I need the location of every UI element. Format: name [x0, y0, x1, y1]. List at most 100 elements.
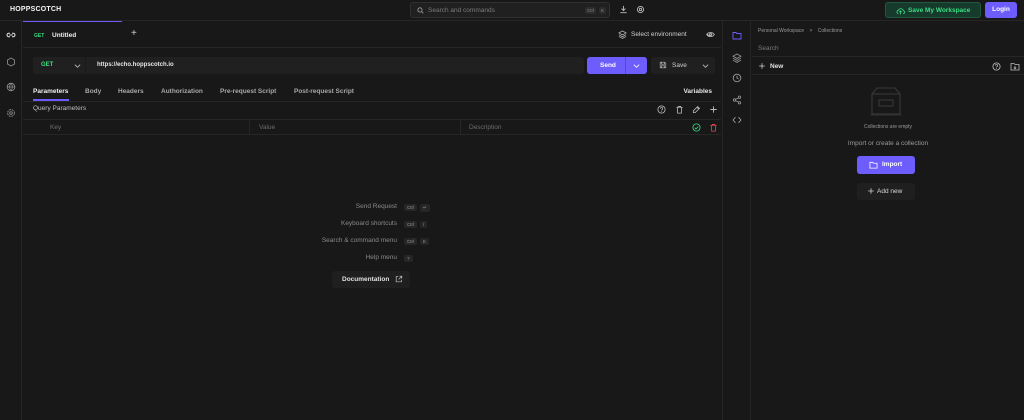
collections-toolbar: New	[752, 58, 1024, 75]
gear-icon[interactable]	[636, 5, 645, 14]
shortcut-key: Ctrl	[404, 204, 417, 211]
breadcrumb-separator: >	[809, 28, 813, 34]
query-parameters-title: Query Parameters	[33, 105, 87, 112]
params-table-header: Key Value Description	[23, 119, 721, 135]
edit-icon[interactable]	[692, 105, 701, 114]
delete-row-icon[interactable]	[709, 123, 718, 132]
layers-icon	[618, 30, 627, 39]
send-button[interactable]: Send	[587, 57, 647, 74]
shortcut-label: Keyboard shortcuts	[340, 220, 397, 227]
empty-state-text: Collections are empty	[863, 124, 913, 130]
chevron-down-icon[interactable]	[702, 63, 709, 69]
chevron-down-icon	[74, 63, 81, 69]
tab-method: GET	[34, 33, 45, 39]
shortcut-key: Ctrl	[404, 238, 417, 245]
url-value: https://echo.hoppscotch.io	[97, 62, 174, 68]
shortcut-label: Help menu	[365, 254, 397, 261]
tab-authorization[interactable]: Authorization	[161, 88, 203, 95]
login-button[interactable]: Login	[985, 2, 1017, 18]
save-request-button[interactable]: Save	[651, 57, 715, 74]
collections-search-placeholder: Search	[758, 45, 779, 52]
left-nav-rail	[0, 21, 22, 420]
search-placeholder: Search and commands	[428, 7, 495, 14]
tab-headers[interactable]: Headers	[118, 88, 144, 95]
trash-icon[interactable]	[675, 105, 684, 114]
app-logo[interactable]: HOPPSCOTCH	[10, 6, 61, 13]
plus-icon	[758, 62, 766, 70]
variables-link[interactable]: Variables	[683, 88, 712, 95]
folder-import-icon[interactable]	[1010, 62, 1020, 71]
send-divider	[625, 57, 626, 74]
history-clock-icon[interactable]	[732, 73, 742, 83]
help-icon[interactable]	[657, 105, 666, 114]
check-circle-icon[interactable]	[692, 123, 701, 132]
method-select[interactable]: GET	[33, 57, 85, 74]
shortcuts-panel	[0, 0, 1, 1]
settings-icon[interactable]	[6, 108, 16, 118]
search-commands-input[interactable]: Search and commands Ctrl K	[410, 2, 610, 18]
documentation-button[interactable]: Documentation	[332, 271, 410, 288]
column-key: Key	[50, 124, 62, 131]
collections-search-input[interactable]: Search	[752, 41, 1024, 57]
send-label: Send	[600, 62, 616, 69]
cloud-upload-icon	[896, 7, 905, 15]
request-tab-bar: GET Untitled + Select environment	[23, 21, 721, 48]
add-icon[interactable]	[709, 105, 718, 114]
method-label: GET	[41, 62, 54, 68]
shortcut-key: /	[420, 221, 428, 228]
code-icon[interactable]	[732, 116, 742, 124]
external-link-icon	[395, 275, 403, 283]
import-button[interactable]: Import	[857, 156, 915, 174]
request-options-tabs: Parameters Body Headers Authorization Pr…	[23, 82, 721, 102]
column-description: Description	[469, 124, 502, 131]
import-label: Import	[882, 161, 903, 168]
save-workspace-button[interactable]: Save My Workspace	[885, 2, 981, 18]
shortcut-key: ↵	[420, 204, 430, 212]
collections-panel	[752, 21, 1024, 420]
environments-layers-icon[interactable]	[732, 53, 742, 63]
environment-label: Select environment	[631, 31, 687, 38]
top-bar: HOPPSCOTCH Search and commands Ctrl K Sa…	[0, 0, 1024, 21]
shortcut-label: Send Request	[355, 203, 397, 210]
tab-parameters[interactable]: Parameters	[33, 88, 68, 95]
save-label: Save	[672, 62, 687, 69]
column-separator	[249, 120, 250, 135]
breadcrumb-collections: Collections	[817, 28, 843, 34]
column-separator	[460, 120, 461, 135]
save-workspace-label: Save My Workspace	[908, 7, 971, 14]
active-tab-indicator	[33, 99, 69, 101]
rest-link-icon[interactable]	[6, 30, 16, 40]
kbd-k: K	[599, 7, 607, 14]
documentation-label: Documentation	[342, 276, 390, 283]
empty-collections-illustration	[868, 86, 904, 118]
url-input[interactable]: https://echo.hoppscotch.io	[86, 57, 584, 74]
tab-post-request-script[interactable]: Post-request Script	[294, 88, 354, 95]
tab-body[interactable]: Body	[85, 88, 101, 95]
tab-untitled[interactable]: GET Untitled	[23, 21, 122, 47]
share-icon[interactable]	[732, 95, 742, 105]
help-icon[interactable]	[992, 62, 1001, 71]
column-value: Value	[259, 124, 276, 131]
tab-pre-request-script[interactable]: Pre-request Script	[220, 88, 276, 95]
save-icon	[659, 61, 667, 69]
folder-icon	[869, 161, 878, 169]
plus-icon	[867, 187, 875, 195]
download-icon[interactable]	[619, 5, 628, 14]
globe-icon[interactable]	[6, 82, 16, 92]
shortcut-key: ?	[404, 255, 413, 262]
environment-select[interactable]: Select environment	[618, 29, 715, 41]
collections-folder-icon[interactable]	[732, 31, 742, 40]
chevron-down-icon[interactable]	[633, 63, 640, 69]
add-tab-button[interactable]: +	[131, 29, 141, 39]
shortcut-key: K	[420, 238, 430, 245]
import-prompt-text: Import or create a collection	[847, 140, 929, 147]
breadcrumb: Personal Workspace > Collections	[758, 28, 842, 34]
add-new-button[interactable]: Add new	[857, 183, 915, 200]
tab-name: Untitled	[52, 32, 77, 39]
graphql-icon[interactable]	[6, 57, 16, 67]
new-collection-button[interactable]: New	[770, 63, 783, 70]
eye-icon[interactable]	[706, 31, 715, 38]
breadcrumb-workspace[interactable]: Personal Workspace	[758, 28, 804, 34]
shortcut-label: Search & command menu	[321, 237, 397, 244]
kbd-ctrl: Ctrl	[585, 7, 596, 14]
